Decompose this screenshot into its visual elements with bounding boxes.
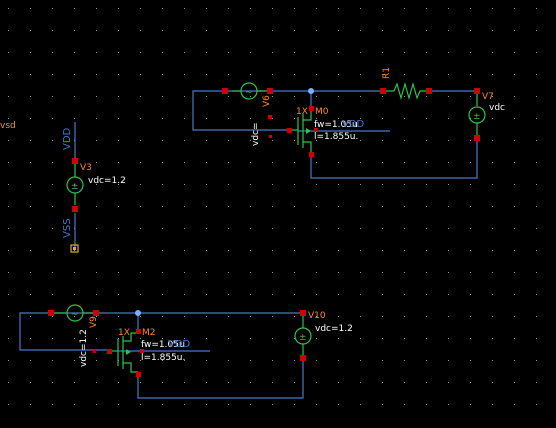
- left-circuit: vsd VDD VSS ± V3 vdc=1.2: [0, 121, 126, 253]
- svg-text:±: ±: [71, 182, 79, 192]
- v10-name: V10: [308, 311, 326, 321]
- bottom-node[interactable]: [135, 310, 141, 316]
- svg-text:~: ~: [245, 88, 253, 98]
- schematic-svg[interactable]: ~ V6 vdc= R1 1X M0 fw=1.05u VDD l=1.855u…: [0, 0, 556, 423]
- transistor-m2[interactable]: 1X M2 fw=1.05u VDD l=1.855u.: [107, 328, 191, 377]
- v3-param: vdc=1.2: [88, 176, 126, 186]
- bottom-wire-bottom-loop[interactable]: [137, 360, 304, 399]
- v6-param: vdc=: [251, 122, 261, 146]
- source-v10[interactable]: ± V10 vdc=1.2: [294, 310, 353, 361]
- m2-length: l=1.855u.: [141, 353, 185, 363]
- bottom-circuit: ~ V9 vdc=1.2 1X M2 fw=1.05u VDD l=1.855u: [19, 304, 353, 399]
- v3-name: V3: [80, 163, 92, 173]
- m0-vdd: VDD: [342, 119, 365, 130]
- svg-text:±: ±: [473, 112, 481, 122]
- svg-text:±: ±: [299, 333, 307, 343]
- vss-terminal-dot: [73, 247, 76, 250]
- v7-name: V7: [482, 92, 494, 102]
- schematic-canvas[interactable]: ~ V6 vdc= R1 1X M0 fw=1.05u VDD l=1.855u…: [0, 0, 556, 423]
- r1-name: R1: [382, 67, 392, 79]
- m2-name: M2: [142, 328, 156, 338]
- top-circuit: ~ V6 vdc= R1 1X M0 fw=1.05u VDD l=1.855u…: [192, 67, 505, 179]
- top-node[interactable]: [308, 88, 314, 94]
- resistor-r1[interactable]: R1: [380, 67, 432, 101]
- v6-name: V6: [262, 95, 272, 107]
- source-v9[interactable]: ~ V9 vdc=1.2: [48, 304, 99, 367]
- v9-param: vdc=1.2: [79, 329, 89, 367]
- top-wire-left-loop[interactable]: [192, 90, 290, 131]
- v9-name: V9: [89, 316, 99, 328]
- m2-vdd: VDD: [168, 339, 191, 350]
- source-v6[interactable]: ~ V6 vdc=: [222, 82, 273, 146]
- svg-text:~: ~: [71, 310, 79, 320]
- m0-name: M0: [315, 107, 329, 117]
- m0-mult: 1X: [296, 107, 308, 117]
- top-wire-bottom-loop[interactable]: [310, 140, 478, 179]
- vsd-label: vsd: [0, 121, 16, 131]
- m0-length: l=1.855u.: [314, 132, 358, 142]
- source-v3[interactable]: ± V3 vdc=1.2: [66, 158, 126, 212]
- source-v7[interactable]: ± V7 vdc: [468, 88, 505, 141]
- v10-param: vdc=1.2: [315, 324, 353, 334]
- net-vdd-label: VDD: [62, 127, 73, 150]
- m2-mult: 1X: [118, 328, 130, 338]
- net-vss-label: VSS: [62, 218, 73, 238]
- v7-param: vdc: [489, 103, 505, 113]
